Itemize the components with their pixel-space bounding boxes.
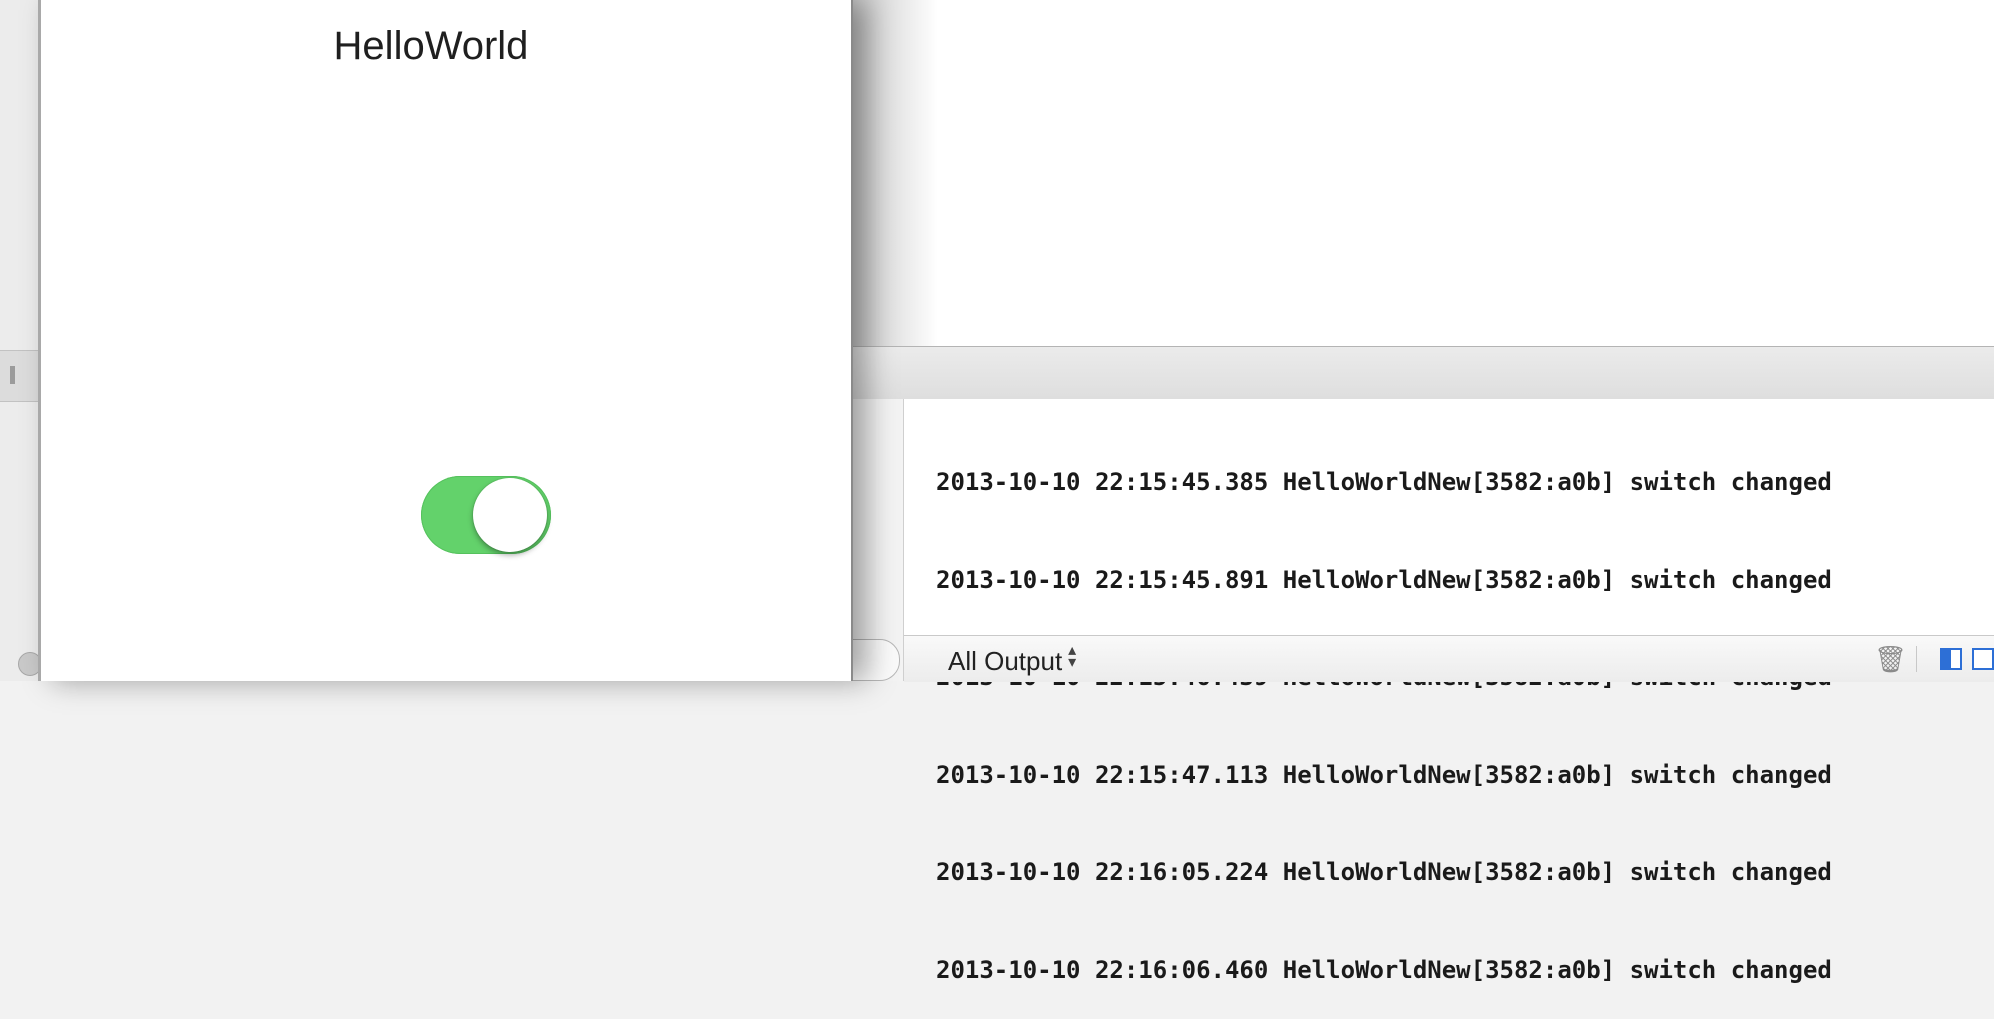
right-panel-icon[interactable] bbox=[1972, 648, 1994, 670]
log-line: 2013-10-10 22:16:06.460 HelloWorldNew[35… bbox=[936, 955, 1832, 984]
editor-area bbox=[848, 0, 1994, 346]
debug-bar bbox=[848, 346, 1994, 400]
toolbar-band bbox=[0, 350, 38, 402]
output-filter-label: All Output bbox=[948, 646, 1063, 676]
divider-handle[interactable] bbox=[10, 366, 15, 384]
log-line: 2013-10-10 22:15:47.113 HelloWorldNew[35… bbox=[936, 760, 1832, 789]
trash-icon[interactable]: 🗑 bbox=[1874, 645, 1907, 673]
simulator-screen: HelloWorld bbox=[38, 0, 853, 681]
background-window-edge bbox=[0, 0, 42, 681]
variables-pane-edge bbox=[808, 399, 904, 681]
switch-thumb[interactable] bbox=[473, 478, 547, 552]
console-log: 2013-10-10 22:15:45.385 HelloWorldNew[35… bbox=[936, 401, 1832, 1019]
window-shadow bbox=[848, 0, 938, 346]
divider bbox=[1916, 646, 1917, 672]
app-title: HelloWorld bbox=[333, 24, 529, 68]
log-line: 2013-10-10 22:16:05.224 HelloWorldNew[35… bbox=[936, 858, 1832, 886]
toggle-switch[interactable] bbox=[421, 476, 551, 554]
up-down-arrows-icon: ▴ ▾ bbox=[1068, 642, 1077, 671]
log-line: 2013-10-10 22:15:45.891 HelloWorldNew[35… bbox=[936, 565, 1832, 594]
left-panel-icon[interactable] bbox=[1940, 648, 1962, 670]
console-footer: All Output ▴ ▾ 🗑 bbox=[904, 635, 1994, 682]
log-line: 2013-10-10 22:15:45.385 HelloWorldNew[35… bbox=[936, 468, 1832, 496]
output-filter-select[interactable]: All Output ▴ ▾ bbox=[948, 642, 1077, 677]
